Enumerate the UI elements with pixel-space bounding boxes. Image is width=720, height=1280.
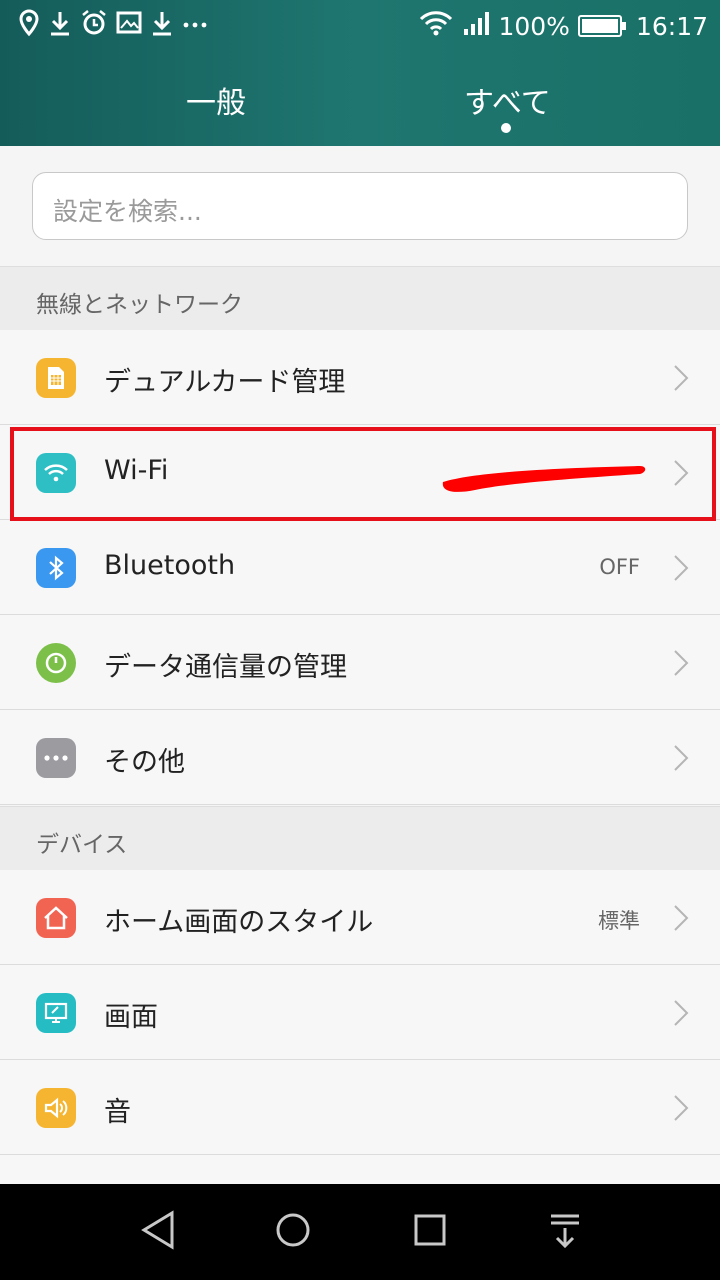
chevron-right-icon — [672, 1093, 690, 1127]
setting-value: OFF — [599, 555, 640, 579]
setting-label: 音 — [104, 1097, 131, 1128]
navigation-bar — [0, 1184, 720, 1280]
back-icon[interactable] — [138, 1208, 178, 1256]
data-usage-icon — [36, 643, 76, 683]
chevron-right-icon — [672, 553, 690, 587]
notification-shade-icon[interactable] — [545, 1208, 585, 1256]
section-header-device: デバイス — [0, 806, 720, 870]
home-icon[interactable] — [273, 1208, 313, 1256]
setting-home-screen-style[interactable]: ホーム画面のスタイル 標準 — [0, 870, 720, 965]
battery-percent: 100% — [498, 11, 570, 41]
setting-label: その他 — [104, 747, 185, 778]
section-label: 無線とネットワーク — [36, 292, 243, 318]
home-icon — [36, 898, 76, 938]
more-notifications-icon — [182, 9, 208, 37]
more-icon — [36, 738, 76, 778]
search-area: 設定を検索... — [0, 146, 720, 266]
alarm-icon — [80, 9, 108, 37]
wifi-signal-icon — [418, 8, 454, 44]
setting-bluetooth[interactable]: Bluetooth OFF — [0, 520, 720, 615]
search-input[interactable]: 設定を検索... — [32, 172, 688, 240]
header: 100% 16:17 一般 すべて — [0, 0, 720, 146]
download-icon — [48, 9, 72, 37]
search-placeholder: 設定を検索... — [53, 197, 202, 226]
setting-label: 画面 — [104, 1002, 158, 1033]
setting-label: データ通信量の管理 — [104, 652, 347, 683]
setting-data-usage[interactable]: データ通信量の管理 — [0, 615, 720, 710]
download-icon — [150, 9, 174, 37]
setting-sound[interactable]: 音 — [0, 1060, 720, 1155]
recents-icon[interactable] — [410, 1208, 450, 1256]
redaction-mark — [442, 466, 646, 492]
bluetooth-icon — [36, 548, 76, 588]
section-header-wireless: 無線とネットワーク — [0, 266, 720, 330]
chevron-right-icon — [672, 903, 690, 937]
clock: 16:17 — [635, 11, 708, 41]
chevron-right-icon — [672, 648, 690, 682]
setting-next-partial[interactable] — [0, 1155, 720, 1184]
battery-icon — [577, 15, 626, 37]
chevron-right-icon — [672, 998, 690, 1032]
chevron-right-icon — [672, 363, 690, 397]
location-icon — [18, 9, 40, 37]
chevron-right-icon — [672, 743, 690, 777]
gallery-icon — [116, 10, 142, 36]
setting-dual-card[interactable]: デュアルカード管理 — [0, 330, 720, 425]
sound-icon — [36, 1088, 76, 1128]
setting-label: ホーム画面のスタイル — [104, 907, 374, 938]
setting-label: Bluetooth — [104, 550, 236, 581]
sim-card-icon — [36, 358, 76, 398]
tab-bar: 一般 すべて — [0, 50, 720, 146]
active-tab-indicator — [501, 123, 511, 133]
setting-display[interactable]: 画面 — [0, 965, 720, 1060]
setting-label: デュアルカード管理 — [104, 367, 346, 398]
status-bar: 100% 16:17 — [0, 0, 720, 50]
tab-general[interactable]: 一般 — [186, 78, 246, 122]
tab-all[interactable]: すべて — [464, 78, 551, 122]
setting-value: 標準 — [598, 909, 640, 933]
cell-signal-icon — [462, 9, 490, 43]
display-icon — [36, 993, 76, 1033]
section-label: デバイス — [36, 832, 128, 858]
setting-more[interactable]: その他 — [0, 710, 720, 805]
